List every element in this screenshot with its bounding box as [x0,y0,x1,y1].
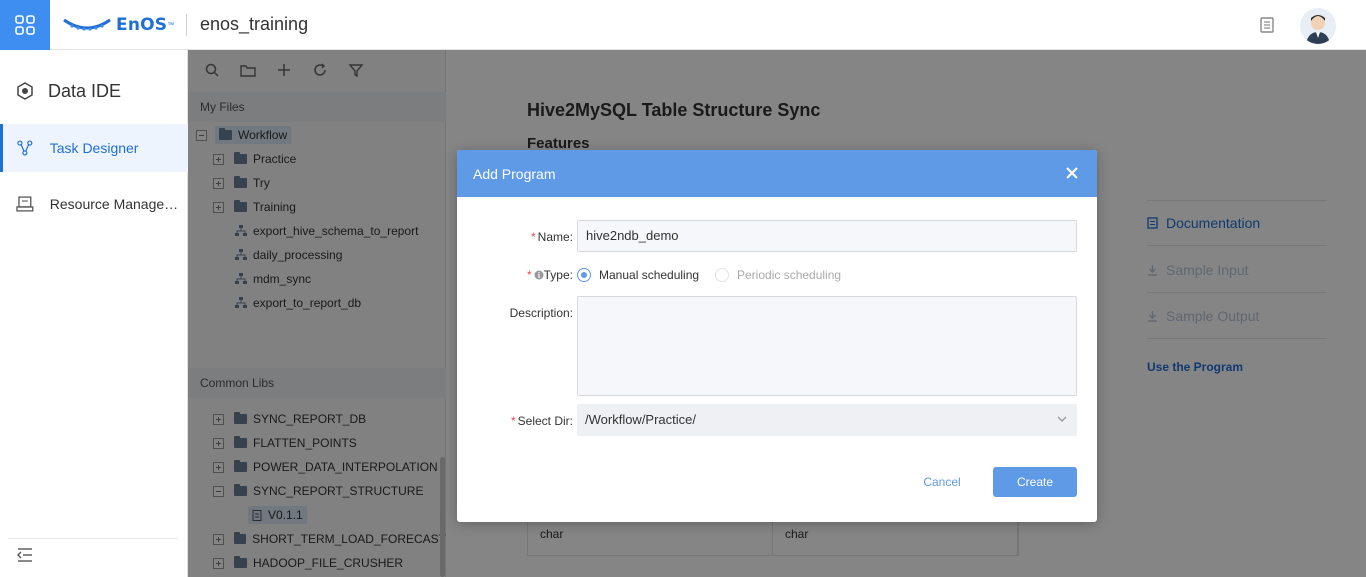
nav-item-label: Resource Management [49,196,188,212]
select-dir-value: /Workflow/Practice/ [585,412,697,427]
select-dir-label: * Select Dir: [457,414,573,428]
left-navigation: Data IDE Task Designer Resource Manageme… [0,50,188,577]
create-button[interactable]: Create [993,467,1077,497]
nav-header: Data IDE [0,62,188,120]
name-input[interactable]: hive2ndb_demo [577,220,1077,252]
radio-selected-icon [577,268,591,282]
resource-icon [16,196,34,212]
nav-item-label: Task Designer [49,140,139,156]
manual-scheduling-radio[interactable]: Manual scheduling [577,268,699,282]
nav-item-task-designer[interactable]: Task Designer [0,124,188,172]
user-icon [1306,15,1330,44]
required-mark: * [526,268,532,282]
cancel-button[interactable]: Cancel [915,467,969,497]
periodic-scheduling-radio[interactable]: Periodic scheduling [715,268,841,282]
document-icon[interactable] [1258,16,1276,34]
app-switcher-button[interactable] [0,0,50,50]
task-designer-icon [17,140,33,156]
required-mark: * [510,414,516,428]
radio-label: Manual scheduling [599,268,700,282]
dialog-header: Add Program [457,150,1097,197]
top-bar: EnOS ™ enos_training [0,0,1366,50]
logo-text: EnOS [116,15,168,35]
app-title: enos_training [200,14,309,34]
select-dir-dropdown[interactable]: /Workflow/Practice/ [577,404,1077,436]
required-mark: * [530,230,536,244]
nav-item-resource-management[interactable]: Resource Management [0,180,188,228]
logo-trademark: ™ [167,21,175,29]
description-label: Description: [509,306,573,320]
logo-wave-icon [63,18,111,31]
name-label: * Name: [457,230,573,244]
collapse-menu-icon[interactable] [16,547,34,563]
type-label-text: Type: [543,268,573,282]
data-ide-icon [17,82,33,100]
grid-icon [15,15,35,35]
radio-unselected-icon [715,268,729,282]
chevron-down-icon [1057,416,1067,422]
add-program-dialog: Add Program * Name: hive2ndb_demo * Type: … [457,150,1097,522]
enos-logo: EnOS ™ [62,13,174,37]
close-icon[interactable] [1063,164,1081,182]
select-dir-label-text: Select Dir: [517,414,573,428]
description-textarea[interactable] [577,296,1077,396]
header-divider [186,14,187,36]
user-avatar[interactable] [1300,8,1336,44]
radio-label: Periodic scheduling [737,268,842,282]
name-label-text: Name: [537,230,573,244]
nav-title: Data IDE [48,80,122,101]
type-label: * Type: [457,268,573,282]
info-icon[interactable] [534,270,544,280]
dialog-title: Add Program [473,166,556,182]
nav-divider [8,538,178,539]
